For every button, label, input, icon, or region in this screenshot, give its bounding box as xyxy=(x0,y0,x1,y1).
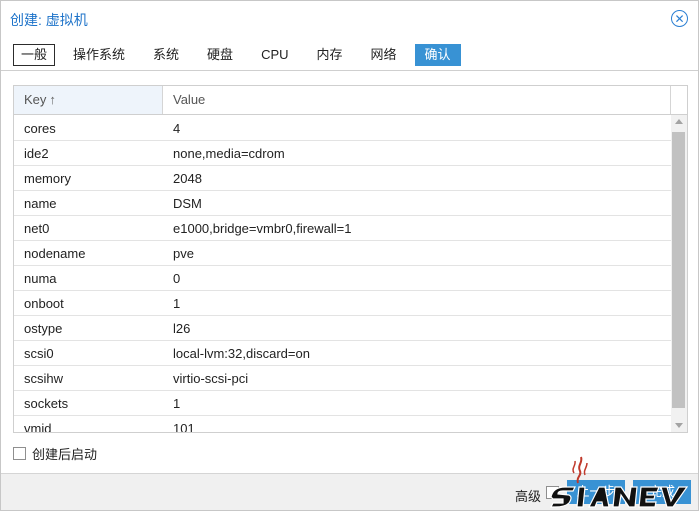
table-row[interactable]: scsihw virtio-scsi-pci xyxy=(14,366,671,391)
table-row[interactable]: vmid 101 xyxy=(14,416,671,433)
tab-os[interactable]: 操作系统 xyxy=(63,44,135,66)
grid-rows: cores 4 ide2 none,media=cdrom memory 2048 n… xyxy=(14,116,671,433)
sort-ascending-icon: ↑ xyxy=(49,92,56,107)
row-value: e1000,bridge=vmbr0,firewall=1 xyxy=(173,221,352,236)
tab-confirm[interactable]: 确认 xyxy=(414,44,461,66)
row-value: 101 xyxy=(173,421,195,433)
advanced-label: 高级 xyxy=(515,489,542,504)
row-value: 2048 xyxy=(173,171,202,186)
row-key: vmid xyxy=(24,421,52,433)
row-key: ide2 xyxy=(24,146,49,161)
scroll-down-arrow-icon[interactable] xyxy=(675,423,683,428)
row-value: none,media=cdrom xyxy=(173,146,285,161)
tab-memory[interactable]: 内存 xyxy=(307,44,353,66)
row-value: virtio-scsi-pci xyxy=(173,371,249,386)
table-row[interactable]: net0 e1000,bridge=vmbr0,firewall=1 xyxy=(14,216,671,241)
advanced-checkbox[interactable] xyxy=(546,486,559,499)
key-column-label: Key xyxy=(24,92,47,107)
table-row[interactable]: numa 0 xyxy=(14,266,671,291)
row-key: name xyxy=(24,196,57,211)
row-key: net0 xyxy=(24,221,50,236)
scroll-up-arrow-icon[interactable] xyxy=(675,119,683,124)
table-row[interactable]: ostype l26 xyxy=(14,316,671,341)
table-row[interactable]: sockets 1 xyxy=(14,391,671,416)
row-value: l26 xyxy=(173,321,191,336)
row-value: 1 xyxy=(173,296,181,311)
row-value: 1 xyxy=(173,396,181,411)
start-after-created-label: 创建后启动 xyxy=(32,447,98,462)
row-key: memory xyxy=(24,171,71,186)
table-row[interactable]: name DSM xyxy=(14,191,671,216)
row-key: scsi0 xyxy=(24,346,54,361)
tabs-divider xyxy=(1,70,698,71)
grid-header: Key ↑ Value xyxy=(14,86,687,115)
start-after-created-option[interactable]: 创建后启动 xyxy=(13,444,97,463)
key-column-header[interactable]: Key ↑ xyxy=(14,86,163,114)
row-key: nodename xyxy=(24,246,86,261)
dialog-footer: 高级 上一步 完成 xyxy=(1,473,698,510)
dialog-titlebar: 创建: 虚拟机 ✕ xyxy=(1,1,698,37)
table-row[interactable]: onboot 1 xyxy=(14,291,671,316)
grid-scrollbar[interactable] xyxy=(671,115,687,432)
tab-cpu[interactable]: CPU xyxy=(251,44,298,66)
table-row[interactable]: cores 4 xyxy=(14,116,671,141)
create-vm-dialog: 创建: 虚拟机 ✕ 一般 操作系统 系统 硬盘 CPU 内存 网络 确认 Key… xyxy=(0,0,699,511)
finish-button[interactable]: 完成 xyxy=(633,480,691,504)
table-row[interactable]: nodename pve xyxy=(14,241,671,266)
row-key: onboot xyxy=(24,296,64,311)
row-value: pve xyxy=(173,246,194,261)
table-row[interactable]: ide2 none,media=cdrom xyxy=(14,141,671,166)
row-value: local-lvm:32,discard=on xyxy=(173,346,310,361)
dialog-title: 创建: 虚拟机 xyxy=(10,12,88,28)
wizard-tabs: 一般 操作系统 系统 硬盘 CPU 内存 网络 确认 xyxy=(13,43,469,67)
row-key: scsihw xyxy=(24,371,64,386)
row-value: DSM xyxy=(173,196,202,211)
table-row[interactable]: memory 2048 xyxy=(14,166,671,191)
close-icon[interactable]: ✕ xyxy=(671,10,688,27)
row-key: cores xyxy=(24,121,56,136)
row-value: 0 xyxy=(173,271,181,286)
row-key: numa xyxy=(24,271,57,286)
tab-system[interactable]: 系统 xyxy=(143,44,189,66)
table-row[interactable]: scsi0 local-lvm:32,discard=on xyxy=(14,341,671,366)
tab-network[interactable]: 网络 xyxy=(361,44,407,66)
row-key: sockets xyxy=(24,396,69,411)
back-button[interactable]: 上一步 xyxy=(567,480,625,504)
row-key: ostype xyxy=(24,321,63,336)
config-summary-grid: Key ↑ Value cores 4 ide2 none,media=cdrom m… xyxy=(13,85,688,433)
scrollbar-thumb[interactable] xyxy=(672,132,685,408)
start-after-created-checkbox[interactable] xyxy=(13,447,26,460)
value-column-header[interactable]: Value xyxy=(163,86,671,114)
tab-disk[interactable]: 硬盘 xyxy=(197,44,243,66)
tab-general[interactable]: 一般 xyxy=(13,44,56,66)
row-value: 4 xyxy=(173,121,181,136)
